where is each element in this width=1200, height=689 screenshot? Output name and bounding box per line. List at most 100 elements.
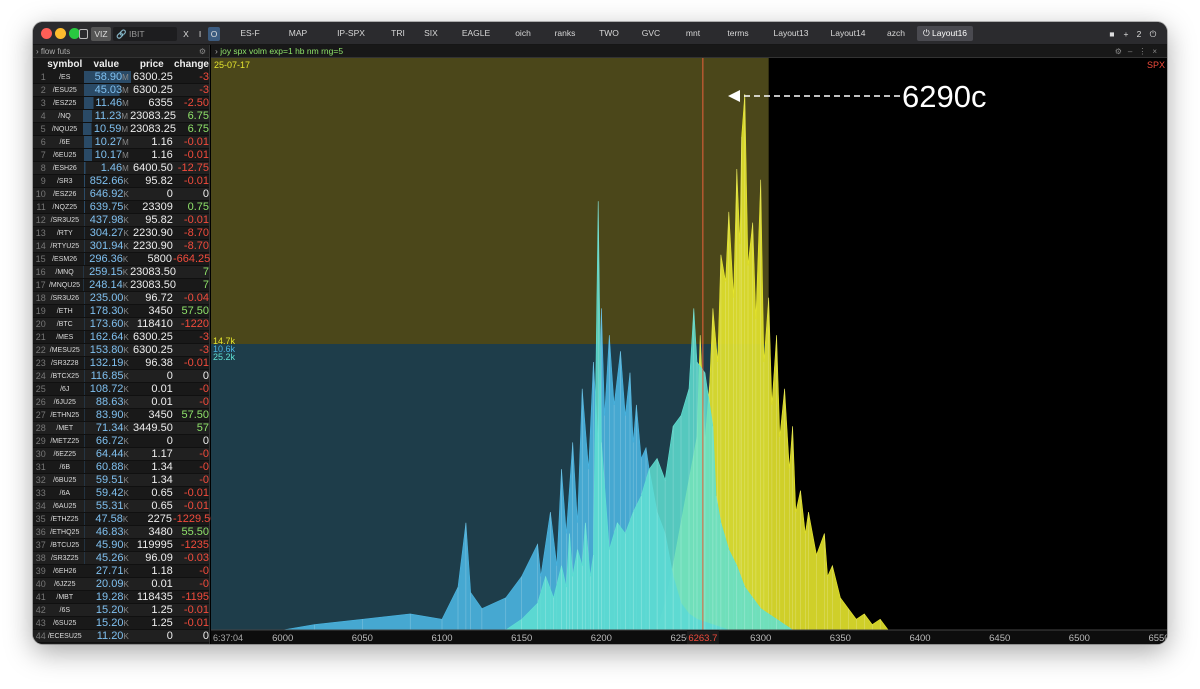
column-header-symbol[interactable]: symbol — [46, 58, 84, 71]
column-header-change[interactable]: change — [174, 58, 209, 71]
table-row[interactable]: 44/ECESU25 11.20K 0 0 — [33, 630, 209, 643]
value-number: 20.09 — [95, 578, 124, 590]
tab-azch[interactable]: azch — [878, 26, 914, 41]
table-row[interactable]: 2/ESU25 45.03M 6300.25 -3 — [33, 84, 209, 97]
tab-mnt[interactable]: mnt — [674, 26, 712, 41]
table-row[interactable]: 15/ESM26 296.36K 5800 -664.25 — [33, 253, 210, 266]
sidebar-toggle-icon[interactable] — [79, 29, 88, 39]
table-row[interactable]: 18/SR3U26 235.00K 96.72 -0.04 — [33, 292, 209, 305]
table-row[interactable]: 10/ESZ26 646.92K 0 0 — [33, 188, 209, 201]
table-row[interactable]: 35/ETHZ25 47.58K 2275 -1229.50 — [33, 513, 216, 526]
tab-es-f[interactable]: ES-F — [226, 26, 274, 41]
table-row[interactable]: 23/SR3Z28 132.19K 96.38 -0.01 — [33, 357, 209, 370]
table-row[interactable]: 42/6S 15.20K 1.25 -0.01 — [33, 604, 209, 617]
table-row[interactable]: 20/BTC 173.60K 118410 -1220 — [33, 318, 209, 331]
column-header-price[interactable]: price — [131, 58, 174, 71]
table-row[interactable]: 6/6E 10.27M 1.16 -0.01 — [33, 136, 209, 149]
table-row[interactable]: 31/6B 60.88K 1.34 -0 — [33, 461, 209, 474]
settings-icon[interactable]: ⚙ — [199, 45, 206, 58]
table-row[interactable]: 28/MET 71.34K 3449.50 57 — [33, 422, 209, 435]
table-row[interactable]: 30/6EZ25 64.44K 1.17 -0 — [33, 448, 209, 461]
table-row[interactable]: 39/6EH26 27.71K 1.18 -0 — [33, 565, 209, 578]
table-row[interactable]: 27/ETHN25 83.90K 3450 57.50 — [33, 409, 209, 422]
value-unit: K — [123, 489, 129, 498]
save-icon[interactable]: ■ — [1107, 27, 1117, 41]
tab-oich[interactable]: oich — [506, 26, 540, 41]
table-row[interactable]: 3/ESZ25 11.46M 6355 -2.50 — [33, 97, 209, 110]
tab-terms[interactable]: terms — [715, 26, 761, 41]
symbol-cell: /SR3Z28 — [50, 360, 79, 367]
tab-layout16[interactable]: ⏻ Layout16 — [917, 26, 973, 41]
info-button[interactable]: I — [194, 27, 206, 41]
command-bar[interactable]: › joy spx volm exp=1 hb nm rng=5 ⚙–⋮× — [211, 45, 1167, 58]
value-unit: K — [123, 437, 129, 446]
close-window-button[interactable] — [41, 28, 52, 39]
table-row[interactable]: 33/6A 59.42K 0.65 -0.01 — [33, 487, 209, 500]
table-row[interactable]: 8/ESH26 1.46M 6400.50 -12.75 — [33, 162, 209, 175]
table-row[interactable]: 13/RTY 304.27K 2230.90 -8.70 — [33, 227, 209, 240]
tab-tri[interactable]: TRI — [383, 26, 413, 41]
more-icon[interactable]: ⋮ — [1138, 47, 1152, 56]
settings-icon[interactable]: ⚙ — [1115, 47, 1128, 56]
table-row[interactable]: 26/6JU25 88.63K 0.01 -0 — [33, 396, 209, 409]
table-row[interactable]: 5/NQU25 10.59M 23083.25 6.75 — [33, 123, 209, 136]
table-row[interactable]: 34/6AU25 55.31K 0.65 -0.01 — [33, 500, 209, 513]
table-row[interactable]: 12/SR3U25 437.98K 95.82 -0.01 — [33, 214, 209, 227]
table-row[interactable]: 14/RTYU25 301.94K 2230.90 -8.70 — [33, 240, 209, 253]
table-row[interactable]: 38/SR3Z25 45.26K 96.09 -0.03 — [33, 552, 209, 565]
tab-six[interactable]: SIX — [416, 26, 446, 41]
o-button[interactable]: O — [208, 27, 220, 41]
table-row[interactable]: 19/ETH 178.30K 3450 57.50 — [33, 305, 209, 318]
tab-ip-spx[interactable]: IP-SPX — [322, 26, 380, 41]
row-number: 12 — [35, 215, 46, 225]
tab-layout14[interactable]: Layout14 — [821, 26, 875, 41]
value-number: 132.19 — [89, 357, 124, 369]
table-row[interactable]: 4/NQ 11.23M 23083.25 6.75 — [33, 110, 209, 123]
table-row[interactable]: 22/MESU25 153.80K 6300.25 -3 — [33, 344, 209, 357]
clear-button[interactable]: X — [180, 27, 192, 41]
table-row[interactable]: 9/SR3 852.66K 95.82 -0.01 — [33, 175, 209, 188]
add-layout-icon[interactable]: + — [1121, 27, 1131, 41]
price-cell: 23083.50 — [130, 279, 176, 291]
table-row[interactable]: 11/NQZ25 639.75K 23309 0.75 — [33, 201, 209, 214]
table-row[interactable]: 1/ES 58.90M 6300.25 -3 — [33, 71, 209, 84]
change-cell: 0 — [202, 630, 209, 642]
minimize-window-button[interactable] — [55, 28, 66, 39]
row-number: 41 — [35, 592, 46, 602]
table-row[interactable]: 36/ETHQ25 46.83K 3480 55.50 — [33, 526, 209, 539]
tab-eagle[interactable]: EAGLE — [449, 26, 503, 41]
search-input[interactable]: 🔗 IBIT — [113, 27, 177, 41]
value-cell: 55.31K — [83, 500, 131, 512]
tab-layout13[interactable]: Layout13 — [764, 26, 818, 41]
table-row[interactable]: 40/6JZ25 20.09K 0.01 -0 — [33, 578, 209, 591]
table-row[interactable]: 43/6SU25 15.20K 1.25 -0.01 — [33, 617, 209, 630]
change-cell: -3 — [199, 71, 209, 83]
tab-gvc[interactable]: GVC — [631, 26, 671, 41]
table-row[interactable]: 37/BTCU25 45.90K 119995 -1235 — [33, 539, 209, 552]
value-unit: K — [122, 268, 129, 277]
table-row[interactable]: 17/MNQU25 248.14K 23083.50 7 — [33, 279, 209, 292]
value-number: 248.14 — [89, 279, 123, 291]
table-row[interactable]: 29/METZ25 66.72K 0 0 — [33, 435, 209, 448]
tab-ranks[interactable]: ranks — [543, 26, 587, 41]
table-row[interactable]: 41/MBT 19.28K 118435 -1195 — [33, 591, 209, 604]
power-icon[interactable]: ⏻ — [1147, 27, 1159, 41]
column-header-value[interactable]: value — [84, 58, 131, 71]
price-cell: 3450 — [148, 305, 173, 317]
tab-map[interactable]: MAP — [277, 26, 319, 41]
row-number: 25 — [35, 384, 46, 394]
table-row[interactable]: 21/MES 162.64K 6300.25 -3 — [33, 331, 209, 344]
table-row[interactable]: 16/MNQ 259.15K 23083.50 7 — [33, 266, 209, 279]
table-row[interactable]: 24/BTCX25 116.85K 0 0 — [33, 370, 209, 383]
change-cell: -0.03 — [183, 552, 209, 564]
minimize-icon[interactable]: – — [1128, 47, 1138, 56]
table-row[interactable]: 25/6J 108.72K 0.01 -0 — [33, 383, 209, 396]
table-row[interactable]: 7/6EU25 10.17M 1.16 -0.01 — [33, 149, 209, 162]
value-unit: M — [122, 73, 129, 82]
change-cell: -0.01 — [183, 149, 209, 161]
viz-button[interactable]: VIZ — [91, 27, 111, 41]
close-icon[interactable]: × — [1152, 47, 1163, 56]
symbol-cell: /SR3 — [56, 178, 73, 185]
table-row[interactable]: 32/6BU25 59.51K 1.34 -0 — [33, 474, 209, 487]
tab-two[interactable]: TWO — [590, 26, 628, 41]
